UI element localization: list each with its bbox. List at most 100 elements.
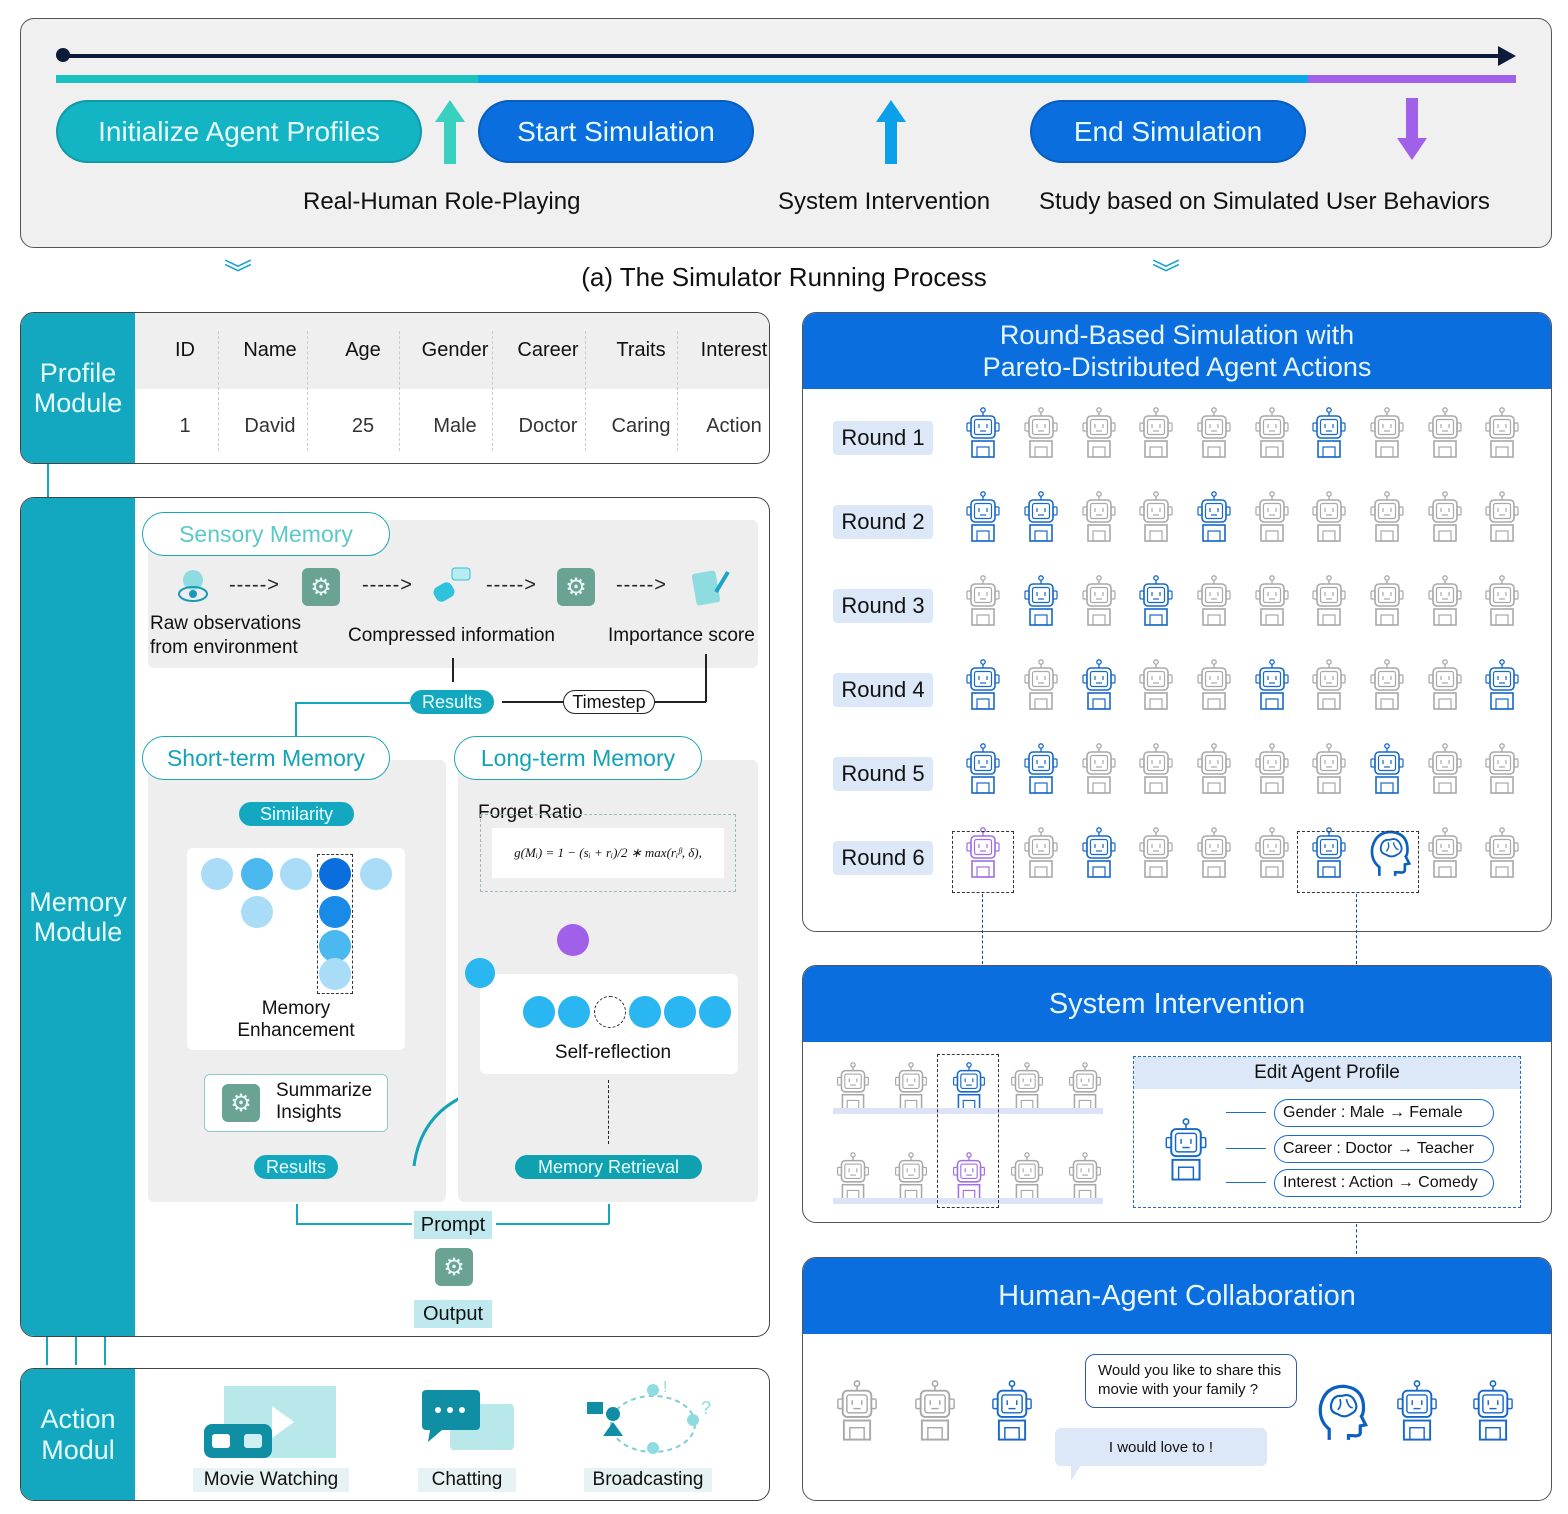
collaboration-header: Human-Agent Collaboration [803,1258,1551,1334]
compressed-information-label: Compressed information [348,625,555,646]
flow-line [296,1204,298,1224]
agent-robot-icon-idle [1482,575,1522,627]
flow-line [496,1223,609,1225]
start-simulation-button[interactable]: Start Simulation [478,100,754,163]
profile-value-cell: Doctor [518,415,578,437]
agent-robot-icon-idle [1367,407,1407,459]
human-agent-collaboration-panel: Human-Agent Collaboration Would you like… [802,1257,1552,1501]
llm-icon: ⚙ [557,568,595,606]
agent-robot-icon-idle [1309,575,1349,627]
agent-robot-icon-active [1021,575,1061,627]
agent-robot-icon-idle [1367,491,1407,543]
agent-robot-icon-idle [1079,407,1119,459]
agent-robot-icon-idle [1079,491,1119,543]
agent-robot-icon-idle [1065,1062,1105,1114]
chat-compress-icon [433,567,471,602]
agent-robot-icon-idle [1252,407,1292,459]
phase-bar-setup [56,75,478,83]
dashed-arrow: -----> [362,574,413,596]
agent-robot-icon-idle [1309,491,1349,543]
svg-text:?: ? [701,1398,711,1418]
arrow-up-blue-icon [876,100,906,164]
agent-robot-icon-idle [1425,827,1465,879]
arrow-down-purple-icon [1397,98,1427,160]
timeline-start-dot [56,48,70,62]
flow-line [296,702,410,704]
profile-header-cell: Gender [421,339,489,361]
flow-line [608,1204,610,1224]
column-divider [306,331,308,451]
end-simulation-button[interactable]: End Simulation [1030,100,1306,163]
agent-robot-icon-active [1482,659,1522,711]
human-brain-icon [1313,1382,1369,1442]
down-arrow-connector [75,1337,77,1365]
prompt-tag: Prompt [414,1211,492,1239]
short-term-results-tag: Results [254,1155,338,1179]
round-simulation-panel: Round-Based Simulation with Pareto-Distr… [802,312,1552,932]
profile-memory-connector [47,464,49,498]
column-divider [677,331,678,451]
round-label: Round 3 [833,589,933,623]
agent-robot-icon-idle [1007,1062,1047,1114]
agent-robot-icon-active [1469,1380,1517,1442]
eye-observation-icon [178,570,208,602]
system-intervention-panel: System Intervention Edit Agent Profile G… [802,965,1552,1223]
timestep-tag: Timestep [563,690,655,714]
agent-robot-icon-idle [1079,575,1119,627]
column-divider [217,331,219,451]
agent-robot-icon-idle [1482,407,1522,459]
agent-robot-icon-active [963,491,1003,543]
edit-profile-field: Gender : Male → Female [1274,1099,1494,1127]
long-term-memory-title: Long-term Memory [454,736,702,780]
agent-robot-icon-idle [1367,575,1407,627]
profile-value-cell: David [244,415,296,437]
memory-node [664,996,696,1028]
dashed-arrow: -----> [616,574,667,596]
profile-header-cell: Interest [700,339,768,361]
forgotten-memory-node [594,996,626,1028]
initialize-agent-profiles-button[interactable]: Initialize Agent Profiles [56,100,422,163]
answer-bubble-tail [1071,1465,1081,1481]
agent-robot-icon-idle [1007,1152,1047,1204]
flow-line [295,702,297,738]
column-divider [491,331,493,451]
score-card-icon [691,570,730,606]
round-panel-header: Round-Based Simulation with Pareto-Distr… [803,313,1551,389]
dashed-connector [982,894,983,964]
chevron-double-down-icon: ︾ [1152,258,1181,289]
agent-robot-icon-idle [1252,575,1292,627]
agent-robot-icon-idle [1425,743,1465,795]
question-speech-bubble: Would you like to share this movie with … [1085,1354,1297,1408]
flow-line [705,654,707,702]
human-agent-highlight [1297,831,1419,893]
edit-agent-profile-title: Edit Agent Profile [1134,1057,1520,1089]
agent-robot-icon-idle [1482,827,1522,879]
edit-agent-profile-box: Edit Agent Profile Gender : Male → Femal… [1133,1056,1521,1208]
agent-robot-icon-idle [1021,827,1061,879]
chevron-double-down-icon: ︾ [224,258,253,289]
dashed-connector [1356,894,1357,964]
memory-retrieval-tag: Memory Retrieval [515,1155,702,1179]
dashed-connector [1356,1224,1357,1254]
label-real-human-role-playing: Real-Human Role-Playing [303,188,581,215]
action-module-title: Action Modul [21,1369,135,1500]
round-panel-title-line-1: Round-Based Simulation with [999,320,1355,350]
memory-node [699,996,731,1028]
llm-icon: ⚙ [435,1248,473,1286]
chatting-icon [422,1390,514,1450]
reflection-node [557,924,589,956]
llm-icon: ⚙ [222,1084,260,1122]
agent-robot-icon-active [1309,407,1349,459]
intervention-header: System Intervention [803,966,1551,1042]
edit-profile-field: Career : Doctor → Teacher [1274,1135,1494,1163]
modified-agent-highlight [952,831,1014,893]
column-divider [584,331,586,451]
edit-arrow-icon [1226,1182,1266,1183]
phase-bar-simulation [478,75,1308,83]
label-system-intervention: System Intervention [778,188,991,215]
enhanced-memory-highlight [317,854,353,994]
agent-robot-icon-active [1393,1380,1441,1442]
label-study-simulated-behaviors: Study based on Simulated User Behaviors [1039,188,1490,215]
output-tag: Output [414,1300,492,1328]
agent-robot-icon-active [963,659,1003,711]
